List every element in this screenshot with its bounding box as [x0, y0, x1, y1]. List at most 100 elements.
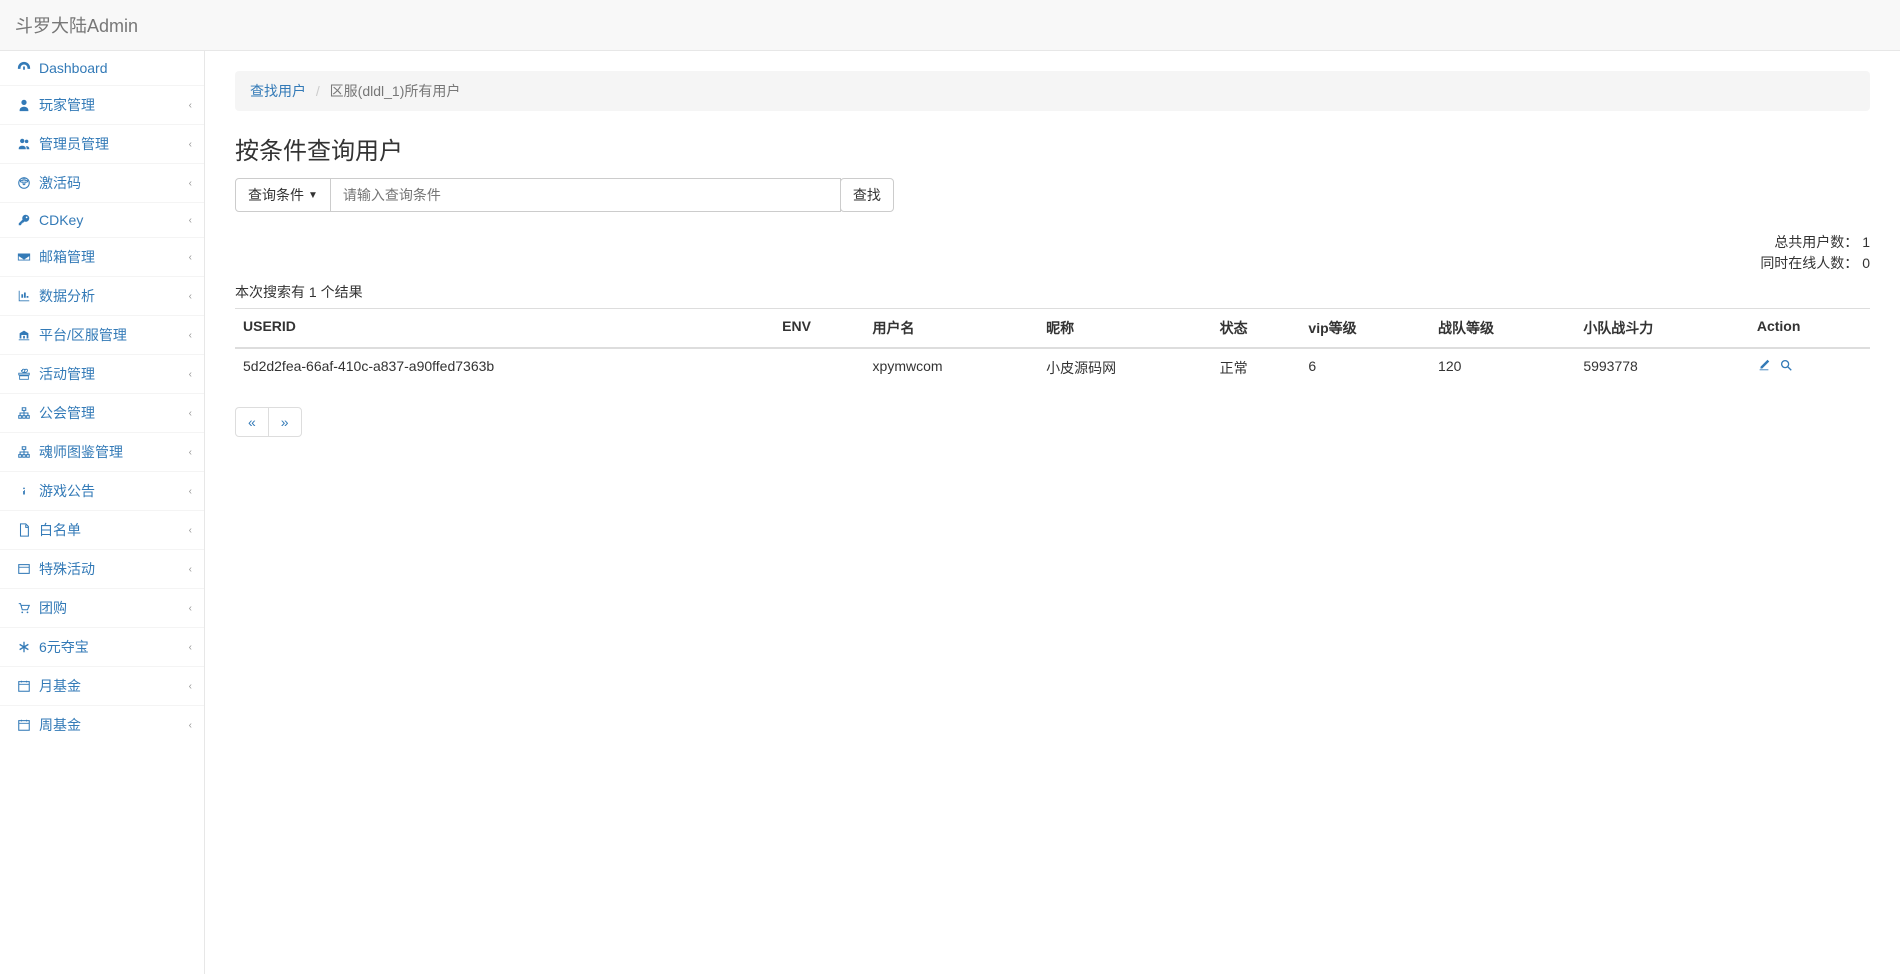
pagination-next[interactable]: » [268, 407, 302, 437]
search-row: 查询条件 ▼ 查找 [235, 178, 1870, 212]
table-header-cell: 用户名 [865, 309, 1039, 349]
chevron-left-icon: ‹ [189, 525, 192, 536]
user-icon [15, 98, 33, 112]
navbar-brand: 斗罗大陆Admin [15, 16, 138, 36]
cart-icon [15, 601, 33, 615]
chevron-left-icon: ‹ [189, 447, 192, 458]
sidebar-item-2[interactable]: 管理员管理‹ [0, 124, 204, 163]
chevron-left-icon: ‹ [189, 139, 192, 150]
sidebar-item-17[interactable]: 周基金 ‹ [0, 705, 204, 744]
sidebar-item-9[interactable]: 公会管理 ‹ [0, 393, 204, 432]
breadcrumb-link[interactable]: 查找用户 [250, 83, 306, 99]
result-count: 本次搜索有 1 个结果 [235, 282, 1870, 302]
chevron-left-icon: ‹ [189, 100, 192, 111]
sidebar-item-label: CDKey [39, 212, 83, 228]
sidebar-item-label: 公会管理 [39, 403, 95, 423]
table-header-cell: 状态 [1212, 309, 1301, 349]
caret-down-icon: ▼ [308, 190, 318, 201]
online-users-label: 同时在线人数： [1760, 255, 1858, 271]
sidebar-item-label: 邮箱管理 [39, 247, 95, 267]
table-cell: xpymwcom [865, 348, 1039, 387]
edit-icon[interactable] [1757, 358, 1771, 372]
table-cell: 5993778 [1575, 348, 1749, 387]
sidebar-item-label: 平台/区服管理 [39, 325, 127, 345]
table-cell: 120 [1430, 348, 1575, 387]
stats-block: 总共用户数： 1 同时在线人数： 0 [235, 232, 1870, 274]
table-cell [774, 348, 864, 387]
calendar-icon [15, 718, 33, 732]
chevron-left-icon: ‹ [189, 642, 192, 653]
table-header-cell: vip等级 [1300, 309, 1430, 349]
table-header-cell: Action [1749, 309, 1870, 349]
calendar-icon [15, 679, 33, 693]
table-cell-action [1749, 348, 1870, 387]
pagination-prev[interactable]: « [235, 407, 269, 437]
chevron-left-icon: ‹ [189, 291, 192, 302]
total-users-value: 1 [1862, 234, 1870, 250]
dashboard-icon [15, 61, 33, 75]
sidebar-item-label: 白名单 [39, 520, 81, 540]
sidebar-item-14[interactable]: 团购 ‹ [0, 588, 204, 627]
chevron-left-icon: ‹ [189, 178, 192, 189]
breadcrumb-current: 区服(dldl_1)所有用户 [330, 83, 461, 99]
sidebar-item-16[interactable]: 月基金 ‹ [0, 666, 204, 705]
sidebar-item-label: 团购 [39, 598, 67, 618]
key-icon [15, 213, 33, 227]
sidebar-item-8[interactable]: 活动管理 ‹ [0, 354, 204, 393]
sidebar-item-7[interactable]: 平台/区服管理 ‹ [0, 315, 204, 354]
search-input[interactable] [331, 178, 841, 212]
sidebar-item-12[interactable]: 白名单 ‹ [0, 510, 204, 549]
info-icon [15, 484, 33, 498]
search-icon[interactable] [1779, 358, 1793, 372]
chevron-left-icon: ‹ [189, 720, 192, 731]
sidebar: Dashboard玩家管理‹管理员管理‹激活码‹CDKey‹邮箱管理‹数据分析‹… [0, 51, 205, 974]
page-title: 按条件查询用户 [235, 131, 1870, 166]
breadcrumb: 查找用户 / 区服(dldl_1)所有用户 [235, 71, 1870, 111]
file-icon [15, 523, 33, 537]
sidebar-item-5[interactable]: 邮箱管理 ‹ [0, 237, 204, 276]
chevron-left-icon: ‹ [189, 369, 192, 380]
asterisk-icon [15, 640, 33, 654]
sidebar-item-3[interactable]: 激活码 ‹ [0, 163, 204, 202]
sidebar-item-11[interactable]: 游戏公告 ‹ [0, 471, 204, 510]
total-users-label: 总共用户数： [1774, 234, 1858, 250]
chevron-left-icon: ‹ [189, 330, 192, 341]
sidebar-item-label: 魂师图鉴管理 [39, 442, 123, 462]
main-content: 查找用户 / 区服(dldl_1)所有用户 按条件查询用户 查询条件 ▼ 查找 … [205, 51, 1900, 974]
chevron-left-icon: ‹ [189, 408, 192, 419]
sidebar-item-4[interactable]: CDKey ‹ [0, 202, 204, 237]
search-button[interactable]: 查找 [840, 178, 894, 212]
sidebar-item-label: 周基金 [39, 715, 81, 735]
table-header-cell: ENV [774, 309, 864, 349]
chevron-left-icon: ‹ [189, 215, 192, 226]
table-cell: 正常 [1212, 348, 1301, 387]
chevron-left-icon: ‹ [189, 564, 192, 575]
chevron-left-icon: ‹ [189, 603, 192, 614]
chevron-left-icon: ‹ [189, 681, 192, 692]
sidebar-item-1[interactable]: 玩家管理 ‹ [0, 85, 204, 124]
results-table: USERIDENV用户名昵称状态vip等级战队等级小队战斗力Action 5d2… [235, 308, 1870, 387]
star-icon [15, 176, 33, 190]
sidebar-item-label: 激活码 [39, 173, 81, 193]
sidebar-item-15[interactable]: 6元夺宝 ‹ [0, 627, 204, 666]
sidebar-item-10[interactable]: 魂师图鉴管理 ‹ [0, 432, 204, 471]
sidebar-item-label: 游戏公告 [39, 481, 95, 501]
sidebar-item-label: 月基金 [39, 676, 81, 696]
chevron-left-icon: ‹ [189, 486, 192, 497]
sidebar-item-label: 6元夺宝 [39, 637, 89, 657]
table-cell: 小皮源码网 [1038, 348, 1212, 387]
sidebar-item-label: 数据分析 [39, 286, 95, 306]
table-row: 5d2d2fea-66af-410c-a837-a90ffed7363bxpym… [235, 348, 1870, 387]
window-icon [15, 562, 33, 576]
table-header-cell: 昵称 [1038, 309, 1212, 349]
sidebar-item-13[interactable]: 特殊活动 ‹ [0, 549, 204, 588]
search-condition-dropdown[interactable]: 查询条件 ▼ [235, 178, 331, 212]
table-header-cell: USERID [235, 309, 774, 349]
sidebar-item-label: 活动管理 [39, 364, 95, 384]
sidebar-item-label: 特殊活动 [39, 559, 95, 579]
sidebar-item-label: 玩家管理 [39, 95, 95, 115]
sidebar-item-6[interactable]: 数据分析 ‹ [0, 276, 204, 315]
building-icon [15, 328, 33, 342]
sidebar-item-0[interactable]: Dashboard [0, 51, 204, 85]
chevron-left-icon: ‹ [189, 252, 192, 263]
